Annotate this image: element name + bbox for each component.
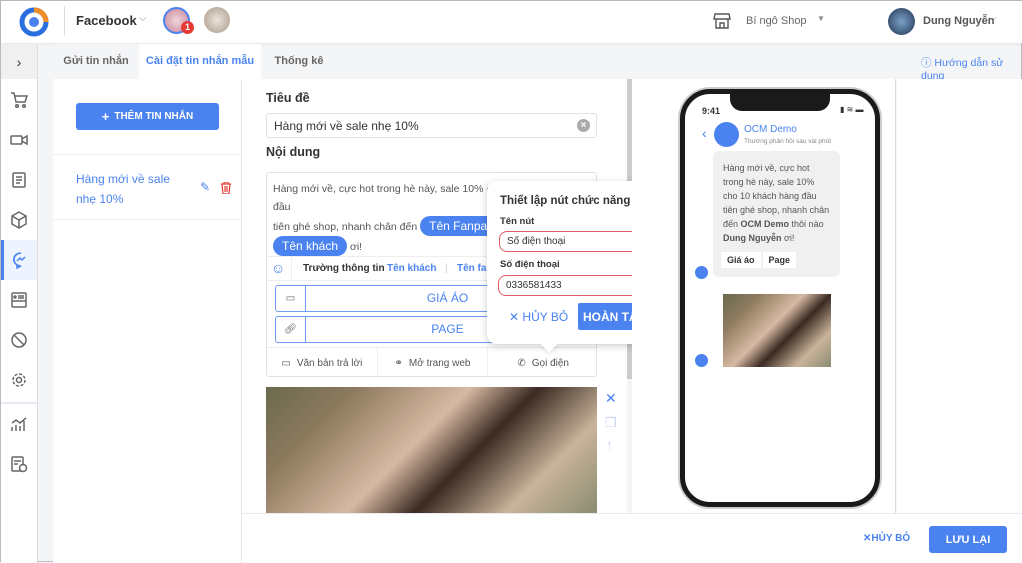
field-customer-name[interactable]: Tên khách bbox=[387, 263, 436, 274]
page-avatar bbox=[695, 354, 708, 367]
back-icon[interactable]: ‹ bbox=[702, 125, 707, 141]
cart-icon[interactable] bbox=[1, 80, 37, 120]
move-up-icon[interactable]: ↑ bbox=[606, 437, 613, 452]
add-text-reply-button[interactable]: ▭ Văn bản trả lời bbox=[267, 348, 378, 376]
message-image[interactable] bbox=[266, 387, 597, 513]
phone-number-input[interactable]: 0336581433 bbox=[498, 275, 650, 296]
schedule-icon[interactable] bbox=[1, 444, 37, 484]
text-reply-icon: ▭ bbox=[276, 286, 306, 311]
page-avatar bbox=[695, 266, 708, 279]
preview-message-bubble: Hàng mới về, cực hot trong hè này, sale … bbox=[713, 151, 840, 277]
title-input[interactable]: Hàng mới về sale nhẹ 10% × bbox=[266, 113, 597, 138]
preview-image bbox=[723, 294, 831, 367]
emoji-icon[interactable]: ☺ bbox=[271, 260, 285, 276]
user-name[interactable]: Dung Nguyễn bbox=[923, 15, 995, 27]
phone-icon: ✆ bbox=[517, 357, 526, 369]
card-icon[interactable] bbox=[1, 280, 37, 320]
link-icon: ⚭ bbox=[394, 357, 403, 369]
document-icon[interactable] bbox=[1, 160, 37, 200]
preview-button: Giá áo bbox=[721, 252, 761, 268]
messenger-icon[interactable] bbox=[1, 240, 37, 280]
popup-title: Thiết lập nút chức năng bbox=[500, 195, 631, 207]
button-name-input[interactable]: Số điện thoại × bbox=[499, 231, 651, 252]
channel-selector[interactable]: Facebook bbox=[76, 13, 137, 28]
help-icon: ⓘ bbox=[921, 57, 932, 69]
add-template-button[interactable]: + THÊM TIN NHẮN bbox=[76, 103, 219, 130]
page-avatar[interactable] bbox=[204, 7, 230, 33]
cancel-button[interactable]: ✕HỦY BỎ bbox=[863, 533, 910, 544]
popup-cancel-button[interactable]: ✕ HỦY BỎ bbox=[509, 310, 568, 324]
tab-template-settings[interactable]: Cài đặt tin nhắn mẫu bbox=[139, 44, 261, 79]
preview-panel: 9:41 ▮ ≋ ▬ ‹ OCM Demo Thường phản hồi sa… bbox=[632, 79, 896, 513]
page-avatar bbox=[714, 122, 739, 147]
trash-icon[interactable] bbox=[221, 182, 231, 194]
user-avatar[interactable] bbox=[888, 8, 915, 35]
shop-icon bbox=[713, 13, 731, 29]
variable-chip-customer[interactable]: Tên khách bbox=[273, 236, 348, 256]
gear-icon[interactable] bbox=[1, 360, 37, 400]
close-icon[interactable]: ✕ bbox=[605, 390, 617, 407]
caret-down-icon[interactable]: ▼ bbox=[817, 14, 825, 23]
close-icon: ✕ bbox=[509, 310, 520, 324]
add-call-button[interactable]: ✆ Gọi điện bbox=[488, 348, 596, 376]
link-icon: 🔗︎ bbox=[276, 317, 306, 342]
app-logo[interactable] bbox=[18, 7, 50, 37]
content-label: Nội dung bbox=[266, 145, 321, 159]
clear-icon[interactable]: × bbox=[577, 119, 590, 132]
status-icons: ▮ ≋ ▬ bbox=[840, 105, 864, 114]
sidebar: › bbox=[1, 44, 38, 563]
template-item-title[interactable]: Hàng mới về sale nhẹ 10% bbox=[76, 169, 186, 209]
edit-icon[interactable]: ✎ bbox=[200, 180, 210, 194]
template-list-panel: + THÊM TIN NHẮN Hàng mới về sale nhẹ 10% … bbox=[53, 79, 242, 563]
chart-icon[interactable] bbox=[1, 404, 37, 444]
text-reply-icon: ▭ bbox=[281, 357, 291, 369]
help-link[interactable]: ⓘ Hướng dẫn sử dụng bbox=[921, 55, 1021, 82]
phone-frame: 9:41 ▮ ≋ ▬ ‹ OCM Demo Thường phản hồi sa… bbox=[680, 89, 880, 507]
add-web-link-button[interactable]: ⚭ Mở trang web bbox=[378, 348, 489, 376]
preview-button: Page bbox=[762, 252, 797, 268]
expand-sidebar-button[interactable]: › bbox=[1, 44, 37, 79]
tab-statistics[interactable]: Thống kê bbox=[261, 44, 337, 79]
tab-send-message[interactable]: Gửi tin nhắn bbox=[53, 44, 139, 79]
box-icon[interactable] bbox=[1, 200, 37, 240]
top-bar: Facebook ⌵ 1 Bí ngô Shop ▼ Dung Nguyễn ⌵ bbox=[1, 1, 1022, 43]
duplicate-icon[interactable]: ❐ bbox=[605, 415, 617, 431]
shop-selector[interactable]: Bí ngô Shop bbox=[746, 15, 807, 27]
chevron-down-icon[interactable]: ⌵ bbox=[989, 13, 997, 24]
title-label: Tiêu đề bbox=[266, 91, 310, 105]
notification-badge: 1 bbox=[181, 21, 194, 34]
chevron-down-icon[interactable]: ⌵ bbox=[139, 13, 147, 24]
save-button[interactable]: LƯU LẠI bbox=[929, 526, 1007, 553]
video-icon[interactable] bbox=[1, 120, 37, 160]
block-icon[interactable] bbox=[1, 320, 37, 360]
footer-bar: ✕HỦY BỎ LƯU LẠI bbox=[242, 513, 1022, 563]
